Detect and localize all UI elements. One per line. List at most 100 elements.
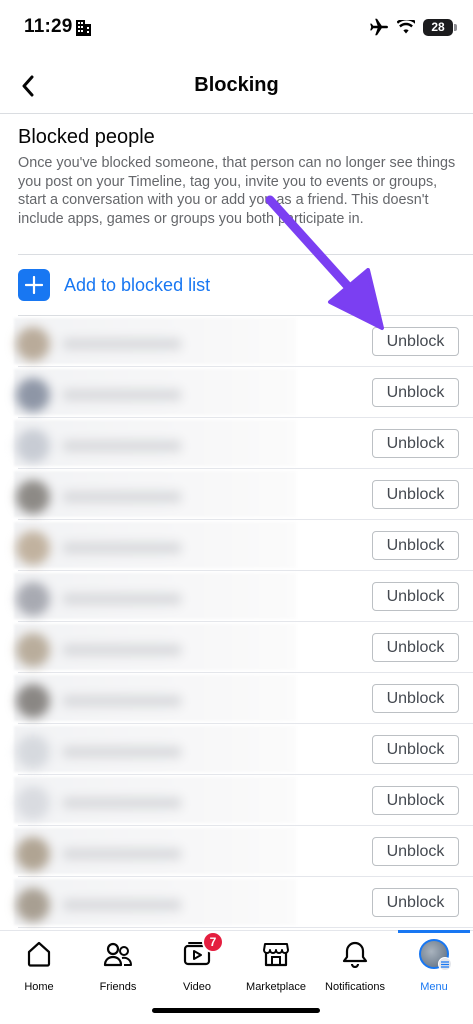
unblock-button[interactable]: Unblock [372, 735, 459, 764]
blurred-name [62, 338, 182, 350]
blurred-name [62, 797, 182, 809]
tab-label: Video [183, 981, 211, 993]
blurred-identity [14, 879, 296, 925]
blurred-identity [14, 522, 296, 568]
unblock-button[interactable]: Unblock [372, 582, 459, 611]
blurred-identity [14, 318, 296, 364]
avatar [16, 582, 50, 616]
blurred-name [62, 644, 182, 656]
blurred-identity [14, 726, 296, 772]
active-tab-indicator [398, 930, 470, 933]
blurred-name [62, 746, 182, 758]
blurred-identity [14, 624, 296, 670]
blurred-name [62, 899, 182, 911]
unblock-button[interactable]: Unblock [372, 786, 459, 815]
avatar [16, 378, 50, 412]
section-title: Blocked people [18, 126, 155, 148]
tab-label: Home [24, 981, 54, 993]
blurred-identity [14, 573, 296, 619]
page-title: Blocking [194, 74, 279, 96]
tab-video[interactable]: 7 Video [158, 931, 236, 993]
battery-level: 28 [431, 20, 445, 34]
blocked-person-row: Unblock [14, 571, 473, 622]
section-description: Once you've blocked someone, that person… [18, 155, 456, 227]
airplane-icon [370, 18, 388, 36]
avatar [16, 684, 50, 718]
blurred-identity [14, 420, 296, 466]
blurred-identity [14, 828, 296, 874]
add-to-blocked-list-button[interactable]: Add to blocked list [18, 269, 210, 301]
video-icon: 7 [182, 931, 224, 969]
blocked-person-row: Unblock [14, 469, 473, 520]
unblock-button[interactable]: Unblock [372, 684, 459, 713]
unblock-button[interactable]: Unblock [372, 531, 459, 560]
add-to-blocked-list-label: Add to blocked list [64, 274, 211, 295]
tab-notifications[interactable]: Notifications [316, 939, 394, 993]
blurred-name [62, 593, 182, 605]
friends-icon [103, 939, 133, 969]
avatar [16, 786, 50, 820]
avatar [16, 633, 50, 667]
tab-label: Friends [99, 981, 137, 993]
home-icon [24, 939, 54, 969]
blurred-identity [14, 675, 296, 721]
unblock-button[interactable]: Unblock [372, 837, 459, 866]
avatar [16, 327, 50, 361]
blocked-person-row: Unblock [14, 877, 473, 928]
avatar [16, 735, 50, 769]
video-badge: 7 [202, 931, 224, 953]
avatar [16, 531, 50, 565]
blocked-person-row: Unblock [14, 775, 473, 826]
avatar [16, 837, 50, 871]
status-bar: 11:29 28 [0, 0, 473, 58]
blurred-name [62, 440, 182, 452]
wifi-icon [397, 20, 415, 34]
blocked-person-row: Unblock [14, 418, 473, 469]
menu-avatar-icon [419, 939, 452, 971]
home-indicator [152, 1008, 320, 1013]
battery-indicator: 28 [423, 18, 457, 36]
blocked-person-row: Unblock [14, 673, 473, 724]
blocked-person-row: Unblock [14, 316, 473, 367]
avatar [16, 429, 50, 463]
tab-friends[interactable]: Friends [79, 939, 157, 993]
menu-lines-icon [438, 957, 452, 971]
tab-label: Marketplace [246, 981, 306, 993]
blurred-name [62, 491, 182, 503]
unblock-button[interactable]: Unblock [372, 378, 459, 407]
building-icon [76, 20, 91, 36]
nav-header: Blocking [0, 58, 473, 114]
unblock-button[interactable]: Unblock [372, 633, 459, 662]
bell-icon [340, 939, 370, 969]
tab-label: Menu [420, 981, 448, 993]
tab-marketplace[interactable]: Marketplace [237, 939, 315, 993]
avatar [419, 939, 452, 971]
battery-cap [454, 23, 457, 31]
blurred-identity [14, 777, 296, 823]
unblock-button[interactable]: Unblock [372, 480, 459, 509]
blocked-person-row: Unblock [14, 622, 473, 673]
blurred-name [62, 848, 182, 860]
blocked-person-row: Unblock [14, 724, 473, 775]
avatar [16, 888, 50, 922]
blocked-people-list: Unblock Unblock Unblock Unblock Unblock Unblo… [0, 316, 473, 928]
status-time: 11:29 [24, 16, 73, 37]
tab-home[interactable]: Home [0, 939, 78, 993]
avatar [16, 480, 50, 514]
tab-menu[interactable]: Menu [395, 939, 473, 993]
unblock-button[interactable]: Unblock [372, 327, 459, 356]
blurred-identity [14, 471, 296, 517]
blurred-name [62, 389, 182, 401]
blurred-name [62, 695, 182, 707]
plus-icon [18, 269, 50, 301]
tab-label: Notifications [325, 981, 385, 993]
blurred-identity [14, 369, 296, 415]
unblock-button[interactable]: Unblock [372, 429, 459, 458]
blocked-person-row: Unblock [14, 826, 473, 877]
blocked-person-row: Unblock [14, 367, 473, 418]
marketplace-icon [261, 939, 291, 969]
blurred-name [62, 542, 182, 554]
divider [18, 254, 473, 255]
unblock-button[interactable]: Unblock [372, 888, 459, 917]
blocked-person-row: Unblock [14, 520, 473, 571]
